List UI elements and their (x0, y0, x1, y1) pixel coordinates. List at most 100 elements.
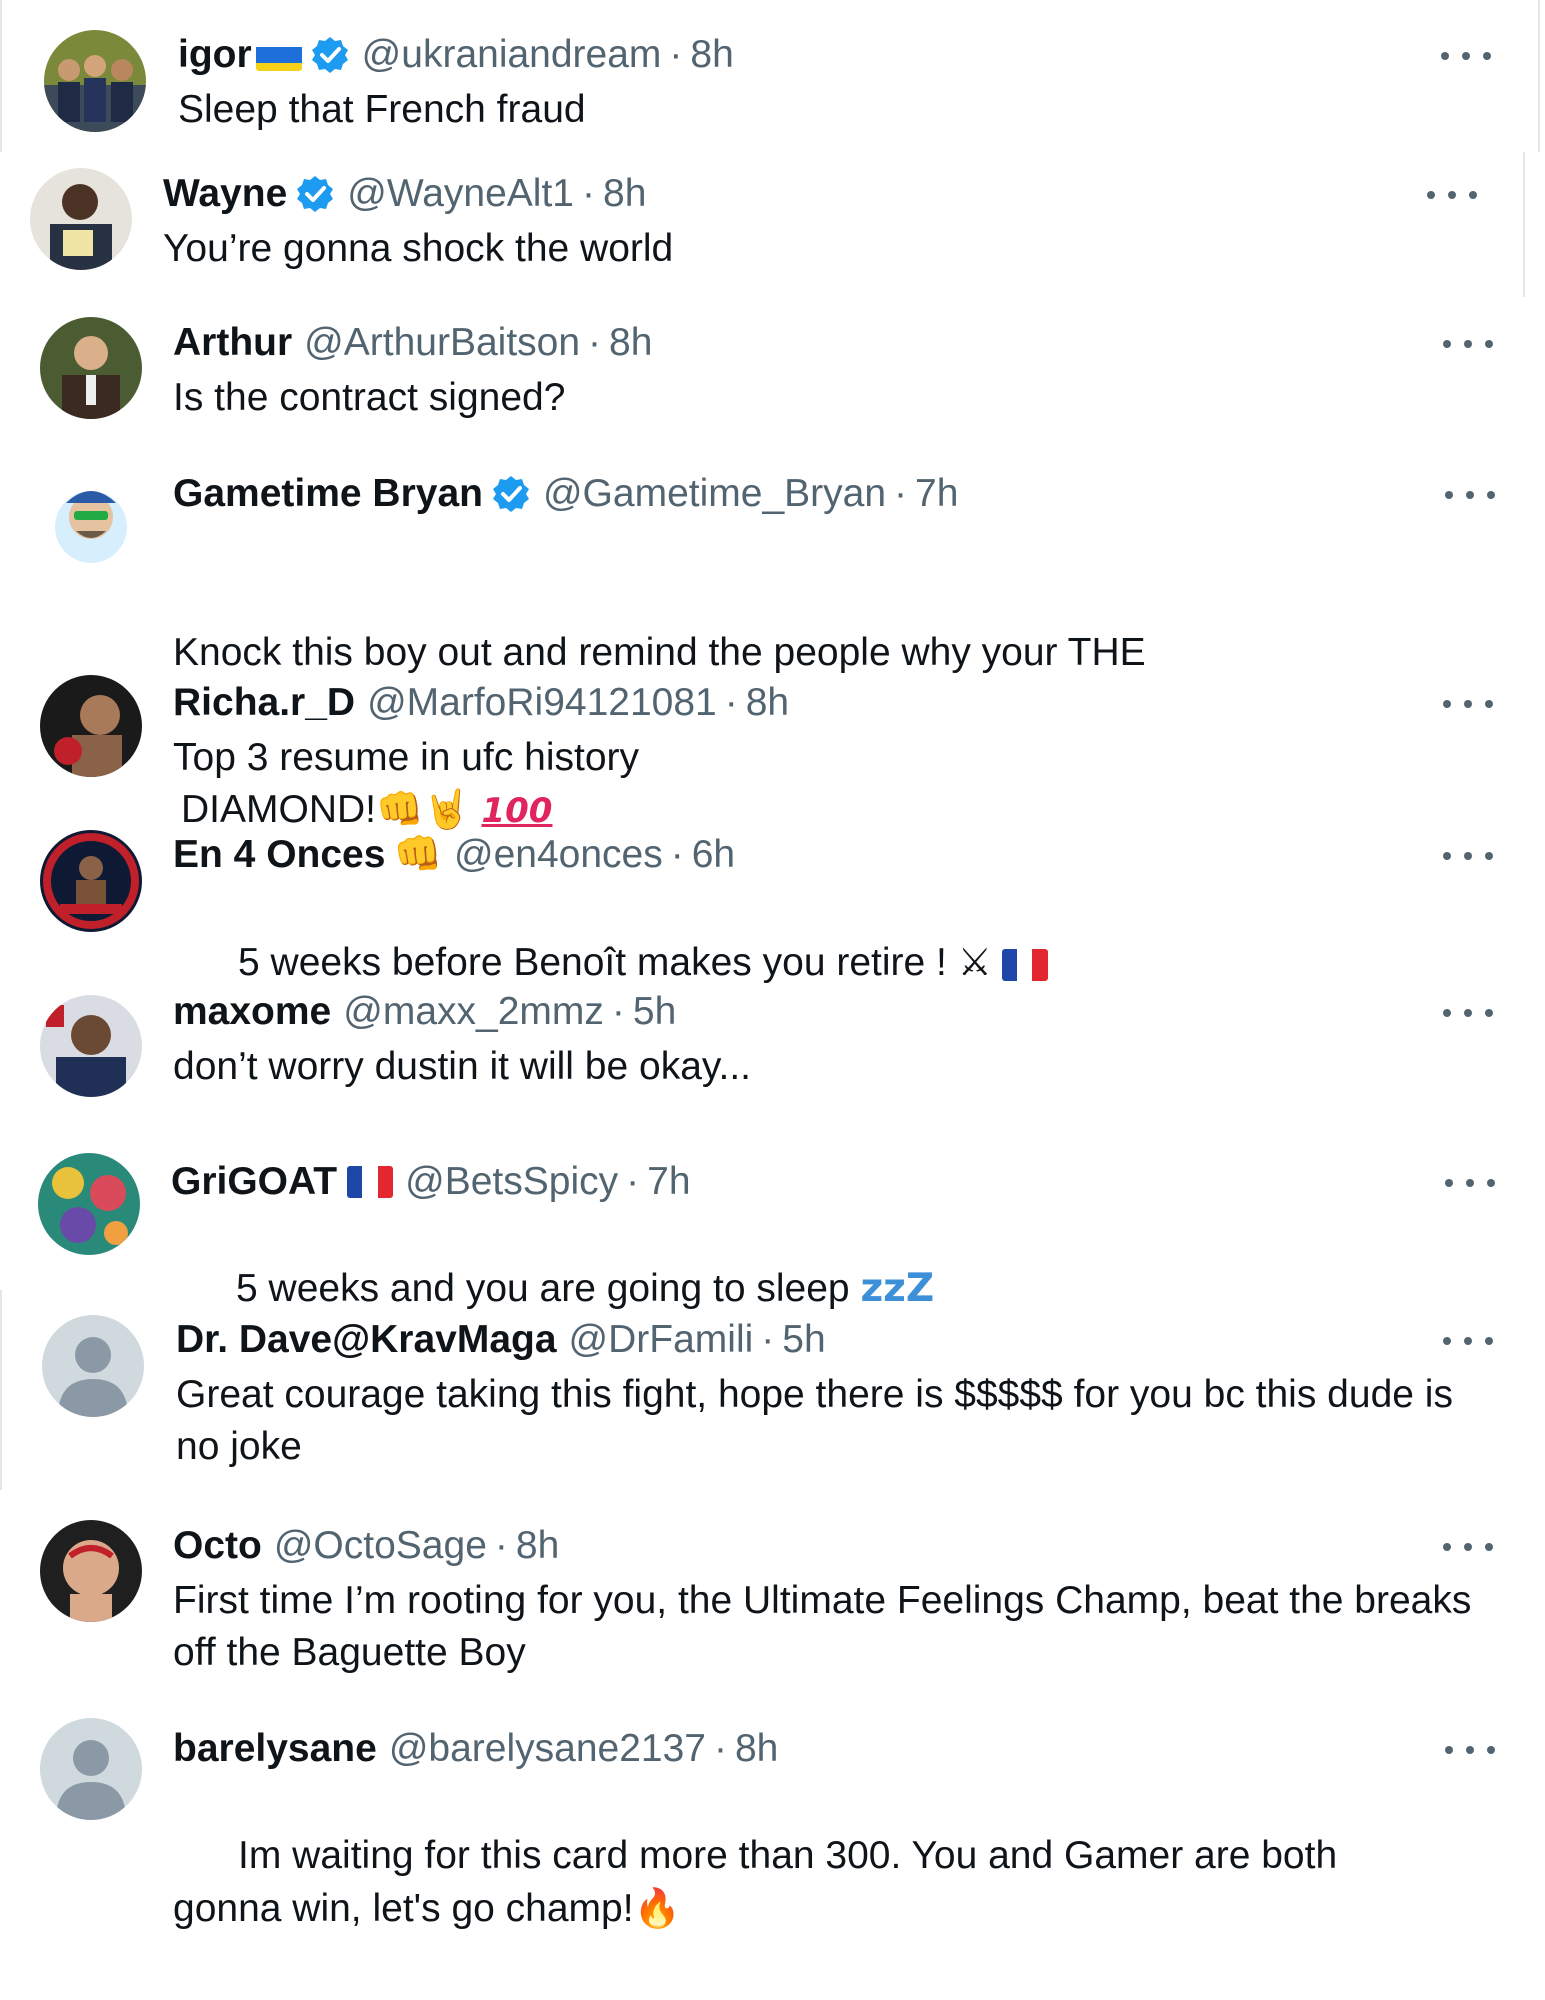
more-options-icon[interactable] (1445, 1173, 1495, 1193)
avatar[interactable] (40, 675, 142, 777)
separator-dot: · (761, 1318, 775, 1361)
user-handle[interactable]: @DrFamili (569, 1312, 754, 1368)
more-options-icon[interactable] (1443, 694, 1493, 714)
reply-text: You’re gonna shock the world (163, 227, 674, 270)
reply-header: Gametime Bryan @Gametime_Bryan · 7h (173, 466, 958, 522)
reply-text: Top 3 resume in ufc history (173, 736, 640, 779)
user-handle[interactable]: @ArthurBaitson (304, 315, 580, 371)
reply-header: En 4 Onces 👊 @en4onces · 6h (173, 827, 735, 883)
reply-item[interactable]: Arthur @ArthurBaitson · 8h Is the contra… (0, 297, 1545, 445)
avatar[interactable] (40, 830, 142, 932)
fire-emoji-icon: 🔥 (633, 1886, 681, 1930)
separator-dot: · (670, 833, 684, 876)
default-avatar-image (40, 1718, 142, 1820)
reply-text-segment: 5 weeks before Benoît makes you retire ! (238, 941, 947, 984)
reply-header: GriGOAT @BetsSpicy · 7h (171, 1154, 691, 1210)
fist-emoji-icon: 👊 (393, 832, 442, 877)
timestamp[interactable]: 8h (603, 166, 646, 222)
reply-item[interactable]: barelysane @barelysane2137 · 8h Im waiti… (0, 1695, 1545, 1930)
more-options-icon[interactable] (1443, 334, 1493, 354)
user-handle[interactable]: @OctoSage (274, 1518, 487, 1574)
more-options-icon[interactable] (1443, 1537, 1493, 1557)
separator-dot: · (669, 33, 683, 76)
display-name[interactable]: Dr. Dave@KravMaga (176, 1312, 557, 1368)
avatar-image (40, 675, 142, 777)
avatar-image (38, 1153, 140, 1255)
more-options-icon[interactable] (1443, 846, 1493, 866)
reply-header: igor @ukraniandream · 8h (178, 27, 734, 83)
timestamp[interactable]: 8h (609, 315, 652, 371)
user-handle[interactable]: @en4onces (454, 827, 663, 883)
avatar[interactable] (40, 1520, 142, 1622)
verified-badge-icon (310, 35, 350, 75)
timestamp[interactable]: 5h (633, 984, 676, 1040)
reply-item[interactable]: Wayne @WayneAlt1 · 8h You’re gonna shock… (0, 152, 1545, 297)
avatar[interactable] (40, 317, 142, 419)
avatar-image (40, 995, 142, 1097)
display-name[interactable]: Arthur (173, 315, 292, 371)
reply-item[interactable]: Gametime Bryan @Gametime_Bryan · 7h Knoc… (0, 445, 1545, 831)
timestamp[interactable]: 8h (735, 1721, 778, 1777)
reply-text: Im waiting for this card more than 300. … (173, 1778, 1453, 1987)
avatar-image (40, 1520, 142, 1622)
default-avatar-image (42, 1315, 144, 1417)
timestamp[interactable]: 8h (516, 1518, 559, 1574)
more-options-icon[interactable] (1443, 1003, 1493, 1023)
display-name[interactable]: barelysane (173, 1721, 377, 1777)
reply-item[interactable]: Richa.r_D @MarfoRi94121081 · 8h Top 3 re… (0, 655, 1545, 810)
user-handle[interactable]: @WayneAlt1 (347, 166, 574, 222)
more-options-icon[interactable] (1445, 485, 1495, 505)
avatar[interactable] (40, 1718, 142, 1820)
reply-text: Is the contract signed? (173, 376, 566, 419)
avatar[interactable] (30, 168, 132, 270)
display-name[interactable]: Gametime Bryan (173, 466, 483, 522)
more-options-icon[interactable] (1441, 46, 1491, 66)
timestamp[interactable]: 5h (782, 1312, 825, 1368)
reply-header: Wayne @WayneAlt1 · 8h (163, 166, 646, 222)
display-name[interactable]: Octo (173, 1518, 262, 1574)
timestamp[interactable]: 8h (690, 27, 733, 83)
separator-dot: · (724, 681, 738, 724)
more-options-icon[interactable] (1443, 1331, 1493, 1351)
avatar[interactable] (40, 465, 142, 567)
separator-dot: · (582, 172, 595, 215)
timestamp[interactable]: 8h (746, 675, 789, 731)
user-handle[interactable]: @BetsSpicy (405, 1154, 618, 1210)
display-name[interactable]: En 4 Onces (173, 827, 385, 883)
reply-thread: igor @ukraniandream · 8h Sleep that Fren… (0, 0, 1545, 2000)
user-handle[interactable]: @MarfoRi94121081 (367, 675, 717, 731)
reply-item[interactable]: Dr. Dave@KravMaga @DrFamili · 5h Great c… (0, 1295, 1545, 1495)
reply-header: Richa.r_D @MarfoRi94121081 · 8h (173, 675, 789, 731)
user-handle[interactable]: @maxx_2mmz (343, 984, 604, 1040)
display-name[interactable]: igor (178, 27, 252, 83)
display-name[interactable]: Wayne (163, 166, 287, 222)
display-name[interactable]: Richa.r_D (173, 675, 355, 731)
avatar-image (40, 317, 142, 419)
display-name[interactable]: maxome (173, 984, 331, 1040)
reply-text-segment: Im waiting for this card more than 300. … (173, 1834, 1348, 1930)
avatar[interactable] (40, 995, 142, 1097)
avatar-image (40, 465, 142, 567)
separator-dot: · (588, 321, 602, 364)
reply-item[interactable]: maxome @maxx_2mmz · 5h don’t worry dusti… (0, 980, 1545, 1135)
user-handle[interactable]: @barelysane2137 (389, 1721, 706, 1777)
reply-text: First time I’m rooting for you, the Ulti… (173, 1579, 1483, 1674)
user-handle[interactable]: @ukraniandream (362, 27, 662, 83)
avatar-image (30, 168, 132, 270)
timestamp[interactable]: 6h (692, 827, 735, 883)
reply-item[interactable]: Octo @OctoSage · 8h First time I’m rooti… (0, 1495, 1545, 1695)
avatar[interactable] (44, 30, 146, 132)
more-options-icon[interactable] (1427, 185, 1477, 205)
avatar[interactable] (38, 1153, 140, 1255)
more-options-icon[interactable] (1445, 1740, 1495, 1760)
separator-dot: · (626, 1160, 640, 1203)
user-handle[interactable]: @Gametime_Bryan (543, 466, 886, 522)
france-flag-icon (347, 1166, 394, 1198)
avatar[interactable] (42, 1315, 144, 1417)
display-name[interactable]: GriGOAT (171, 1154, 337, 1210)
reply-item[interactable]: GriGOAT @BetsSpicy · 7h 5 weeks and you … (0, 1135, 1545, 1311)
timestamp[interactable]: 7h (915, 466, 958, 522)
timestamp[interactable]: 7h (647, 1154, 690, 1210)
reply-item[interactable]: igor @ukraniandream · 8h Sleep that Fren… (0, 0, 1545, 152)
reply-item[interactable]: En 4 Onces 👊 @en4onces · 6h 5 weeks befo… (0, 810, 1545, 984)
